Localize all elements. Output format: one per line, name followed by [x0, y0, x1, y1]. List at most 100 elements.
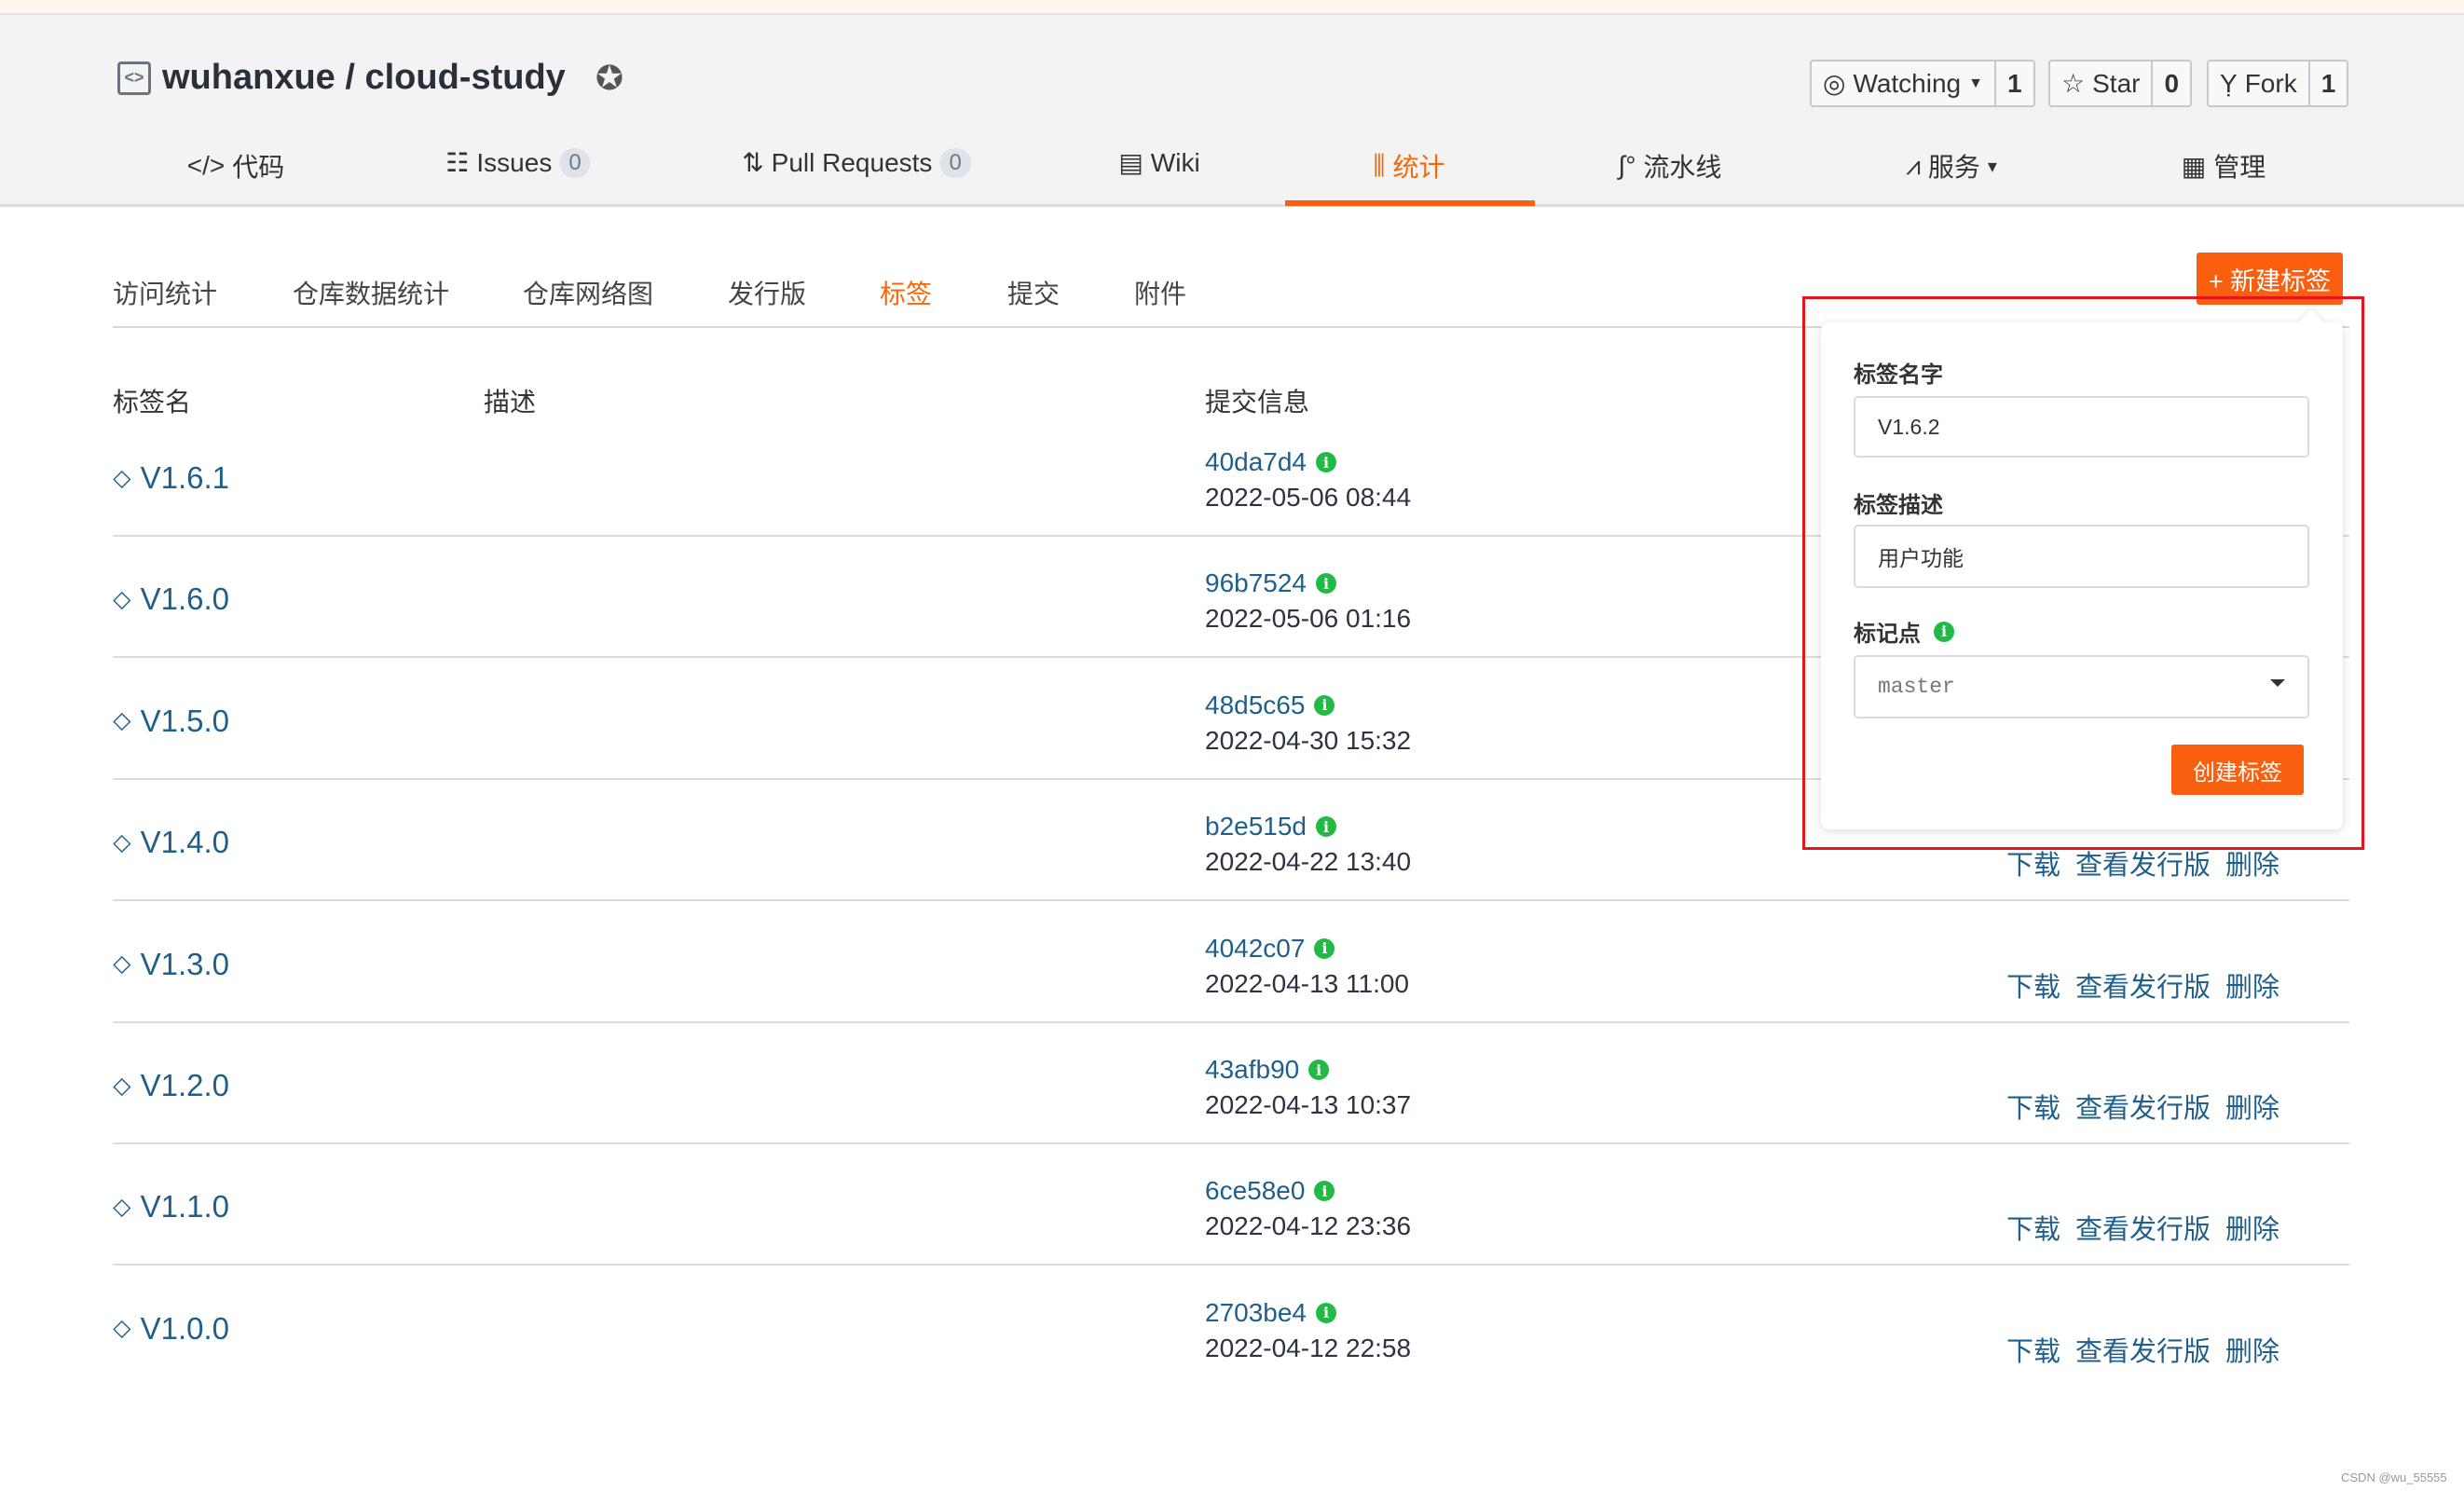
fork-button[interactable]: Ỵ Fork	[2209, 62, 2310, 105]
tag-name-link[interactable]: ⬦ V1.6.0	[113, 581, 229, 617]
view-release-link[interactable]: 查看发行版	[2075, 1330, 2211, 1369]
row-actions: 下载 查看发行版 删除	[2006, 1087, 2279, 1126]
watch-button-group[interactable]: ◎ Watching ▼ 1	[1810, 60, 2035, 107]
watch-label: Watching	[1853, 68, 1962, 98]
info-icon[interactable]: i	[1316, 573, 1337, 595]
fork-count[interactable]: 1	[2310, 62, 2348, 105]
delete-link[interactable]: 删除	[2225, 965, 2279, 1005]
commit-hash-link[interactable]: 96b7524 i	[1205, 568, 1337, 598]
tab-0[interactable]: </> 代码	[187, 147, 285, 185]
row-divider	[113, 1021, 2349, 1023]
subtab-0[interactable]: 访问统计	[113, 274, 217, 311]
tag-icon: ⬦	[113, 1313, 131, 1343]
tag-name-link[interactable]: ⬦ V1.3.0	[113, 947, 229, 982]
tab-label: 管理	[2213, 153, 2266, 182]
delete-link[interactable]: 删除	[2225, 1330, 2279, 1369]
info-icon[interactable]: i	[1316, 452, 1337, 472]
info-icon[interactable]: i	[1314, 937, 1335, 959]
commit-hash-link[interactable]: 43afb90 i	[1205, 1055, 1330, 1085]
tag-name-link[interactable]: ⬦ V1.4.0	[113, 825, 229, 860]
nav-icon-6: ⩘	[1906, 150, 1921, 180]
info-icon[interactable]: i	[1308, 1060, 1330, 1080]
watermark: CSDN @wu_55555	[2341, 1470, 2447, 1484]
nav-icon-2: ⇅	[742, 148, 764, 177]
nav-icon-5: ∫°	[1618, 151, 1636, 180]
tab-6[interactable]: ⩘ 服务 ▾	[1906, 147, 1997, 185]
commit-hash-link[interactable]: 2703be4 i	[1205, 1298, 1337, 1328]
subtab-4[interactable]: 标签	[880, 274, 932, 311]
tag-icon: ⬦	[113, 705, 131, 735]
eye-icon: ◎	[1823, 69, 1846, 98]
fork-button-group[interactable]: Ỵ Fork 1	[2207, 60, 2349, 107]
nav-icon-1: ☷	[445, 148, 470, 177]
info-icon[interactable]: i	[1314, 694, 1335, 716]
subtab-6[interactable]: 附件	[1134, 274, 1186, 311]
view-release-link[interactable]: 查看发行版	[2075, 965, 2211, 1005]
commit-hash: b2e515d	[1205, 812, 1307, 841]
tab-7[interactable]: ▦ 管理	[2182, 147, 2266, 185]
repo-title: <> wuhanxue / cloud-study ✪	[117, 58, 623, 98]
commit-hash-link[interactable]: 40da7d4 i	[1205, 447, 1337, 477]
view-release-link[interactable]: 查看发行版	[2075, 1208, 2211, 1247]
info-icon[interactable]: i	[1316, 1302, 1337, 1323]
tag-name-link[interactable]: ⬦ V1.1.0	[113, 1189, 229, 1224]
delete-link[interactable]: 删除	[2225, 1208, 2279, 1247]
delete-link[interactable]: 删除	[2225, 1087, 2279, 1126]
commit-hash: 43afb90	[1205, 1055, 1300, 1084]
active-tab-indicator	[1285, 200, 1535, 206]
star-count[interactable]: 0	[2153, 62, 2190, 105]
tab-2[interactable]: ⇅ Pull Requests 0	[742, 147, 971, 178]
commit-hash: 96b7524	[1205, 568, 1307, 598]
tag-icon: ⬦	[113, 949, 131, 978]
commit-date: 2022-05-06 08:44	[1205, 483, 1412, 512]
count-badge: 0	[939, 147, 971, 178]
tag-name-link[interactable]: ⬦ V1.2.0	[113, 1068, 229, 1103]
row-divider	[113, 899, 2349, 901]
tag-name-link[interactable]: ⬦ V1.5.0	[113, 704, 229, 739]
tag-icon: ⬦	[113, 1191, 131, 1221]
commit-date: 2022-04-13 11:00	[1205, 968, 1409, 998]
commit-hash: 48d5c65	[1205, 690, 1306, 719]
view-release-link[interactable]: 查看发行版	[2075, 1087, 2211, 1126]
commit-date: 2022-04-22 13:40	[1205, 847, 1412, 877]
commit-hash-link[interactable]: b2e515d i	[1205, 812, 1337, 841]
subtab-1[interactable]: 仓库数据统计	[293, 274, 449, 311]
commit-date: 2022-04-13 10:37	[1205, 1090, 1412, 1119]
row-divider	[113, 1142, 2349, 1144]
download-link[interactable]: 下载	[2006, 965, 2060, 1005]
subtab-5[interactable]: 提交	[1007, 274, 1060, 311]
download-link[interactable]: 下载	[2006, 1330, 2060, 1369]
fork-label: Fork	[2244, 68, 2297, 98]
commit-date: 2022-04-12 22:58	[1205, 1333, 1412, 1362]
tag-name-link[interactable]: ⬦ V1.6.1	[113, 460, 229, 496]
star-label: Star	[2092, 68, 2141, 98]
tag-name-link[interactable]: ⬦ V1.0.0	[113, 1311, 229, 1347]
tab-label: Wiki	[1150, 147, 1200, 177]
subtab-2[interactable]: 仓库网络图	[523, 274, 653, 311]
commit-hash-link[interactable]: 4042c07 i	[1205, 934, 1335, 964]
tab-1[interactable]: ☷ Issues 0	[445, 147, 591, 178]
tab-label: Issues	[476, 147, 553, 177]
tab-4[interactable]: ⫼ 统计	[1374, 147, 1445, 185]
star-button[interactable]: ☆ Star	[2050, 62, 2154, 105]
commit-hash-link[interactable]: 48d5c65 i	[1205, 691, 1335, 720]
info-icon[interactable]: i	[1316, 816, 1337, 838]
tab-3[interactable]: ▤ Wiki	[1118, 147, 1199, 178]
tab-5[interactable]: ∫° 流水线	[1619, 147, 1722, 185]
repo-title-link[interactable]: wuhanxue / cloud-study	[162, 58, 566, 98]
commit-hash-link[interactable]: 6ce58e0 i	[1205, 1176, 1335, 1206]
watch-button[interactable]: ◎ Watching ▼	[1812, 62, 1996, 105]
subtab-3[interactable]: 发行版	[728, 274, 806, 311]
tag-icon: ⬦	[113, 827, 131, 856]
watch-count[interactable]: 1	[1996, 62, 2033, 105]
tag-name-text: V1.6.1	[140, 460, 230, 495]
fork-icon: Ỵ	[2220, 68, 2238, 98]
download-link[interactable]: 下载	[2006, 1087, 2060, 1126]
tag-icon: ⬦	[113, 1070, 131, 1100]
column-header-description: 描述	[484, 388, 537, 417]
download-link[interactable]: 下载	[2006, 1208, 2060, 1247]
info-icon[interactable]: i	[1314, 1181, 1335, 1202]
row-actions: 下载 查看发行版 删除	[2006, 1330, 2279, 1369]
star-button-group[interactable]: ☆ Star 0	[2048, 60, 2193, 107]
highlight-box	[1802, 296, 2364, 850]
